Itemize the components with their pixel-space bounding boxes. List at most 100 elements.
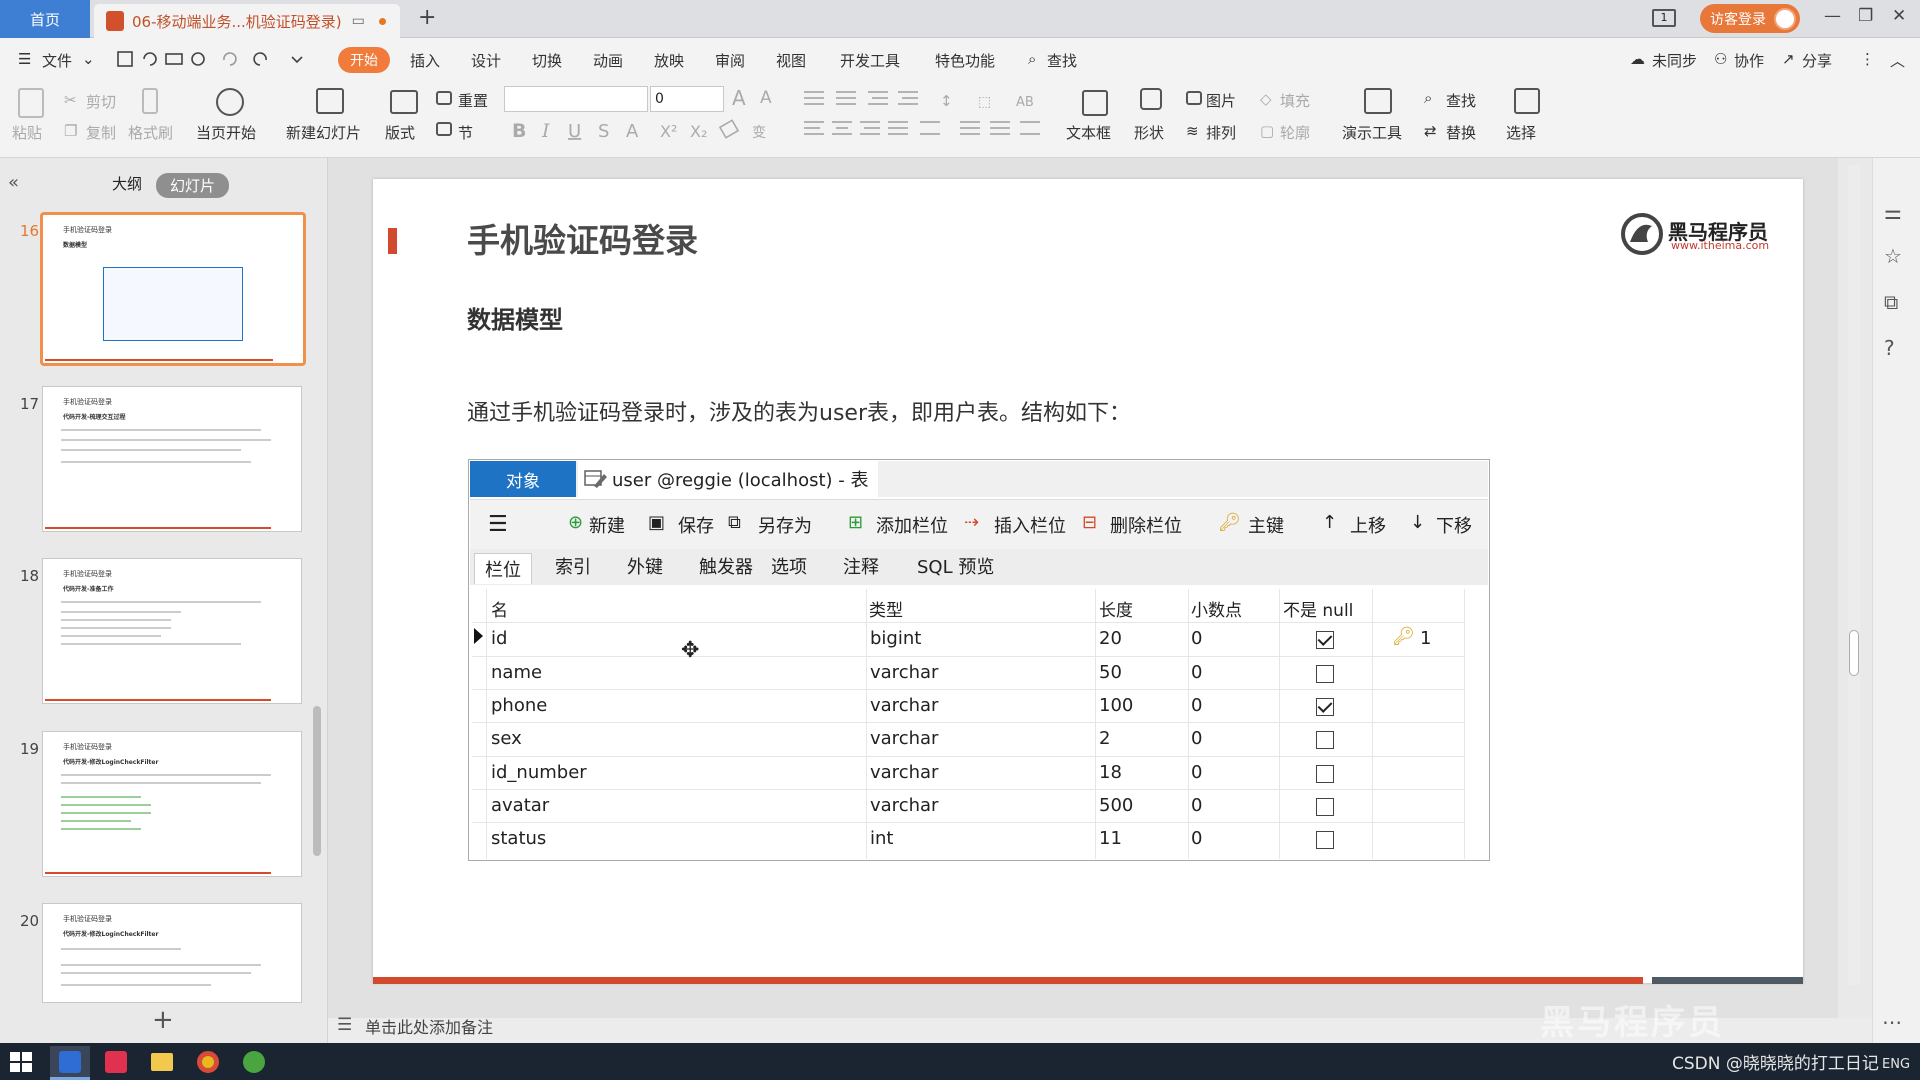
arrange-icon[interactable]: ≋: [1186, 122, 1199, 140]
cell-length[interactable]: 100: [1099, 695, 1133, 716]
cut-button[interactable]: 剪切: [86, 91, 116, 112]
not-null-checkbox[interactable]: [1316, 731, 1334, 749]
subtab-options[interactable]: 选项: [771, 553, 807, 579]
new-slide-icon[interactable]: [316, 88, 344, 114]
subtab-sql-preview[interactable]: SQL 预览: [917, 553, 994, 579]
tab-outline[interactable]: 大纲: [112, 173, 142, 194]
search-icon[interactable]: ⌕: [1028, 50, 1036, 68]
visitor-login-button[interactable]: 访客登录: [1700, 4, 1800, 33]
minimize-icon[interactable]: —: [1824, 6, 1841, 26]
replace-button[interactable]: 替换: [1446, 122, 1476, 143]
delete-field-button[interactable]: 删除栏位: [1110, 512, 1182, 538]
more-options-icon[interactable]: ⋯: [1882, 1010, 1902, 1034]
replace-icon[interactable]: ⇄: [1424, 122, 1437, 140]
notes-placeholder[interactable]: 单击此处添加备注: [365, 1014, 493, 1038]
share-button[interactable]: 分享: [1802, 50, 1832, 71]
copy-button[interactable]: 复制: [86, 122, 116, 143]
col-header-type[interactable]: 类型: [869, 596, 903, 621]
cell-type[interactable]: int: [870, 828, 893, 849]
format-painter-icon[interactable]: [142, 88, 158, 114]
copy-icon[interactable]: ❐: [64, 122, 77, 140]
add-field-button[interactable]: 添加栏位: [876, 512, 948, 538]
fill-icon[interactable]: ◇: [1260, 90, 1272, 108]
comment-icon[interactable]: ⧉: [1884, 290, 1898, 314]
chevron-down-icon[interactable]: ⌄: [82, 50, 95, 68]
collapse-ribbon-icon[interactable]: ︿: [1890, 50, 1905, 71]
tab-slides[interactable]: 幻灯片: [156, 173, 230, 198]
not-null-checkbox[interactable]: [1316, 665, 1334, 683]
insert-field-button[interactable]: 插入栏位: [994, 512, 1066, 538]
tab-animation[interactable]: 动画: [593, 50, 623, 71]
not-null-checkbox[interactable]: [1316, 798, 1334, 816]
cell-type[interactable]: varchar: [870, 795, 938, 816]
move-down-button[interactable]: 下移: [1436, 512, 1472, 538]
col-header-length[interactable]: 长度: [1099, 596, 1133, 621]
paste-button[interactable]: 粘贴: [12, 122, 42, 143]
cell-name[interactable]: id_number: [491, 762, 587, 783]
tab-count-icon[interactable]: 1: [1652, 9, 1676, 27]
play-icon[interactable]: [216, 88, 244, 116]
shrink-font-icon[interactable]: A: [760, 88, 772, 108]
select-icon[interactable]: [1514, 88, 1540, 114]
find-button[interactable]: 查找: [1446, 90, 1476, 111]
cell-decimal[interactable]: 0: [1191, 695, 1202, 716]
cell-decimal[interactable]: 0: [1191, 828, 1202, 849]
search-label[interactable]: 查找: [1047, 50, 1077, 71]
select-button[interactable]: 选择: [1506, 122, 1536, 143]
cell-type[interactable]: varchar: [870, 695, 938, 716]
primary-key-button[interactable]: 主键: [1248, 512, 1284, 538]
shape-icon[interactable]: [1140, 88, 1162, 110]
cell-length[interactable]: 20: [1099, 628, 1122, 649]
subtab-indexes[interactable]: 索引: [555, 553, 591, 579]
panel-scrollbar[interactable]: [313, 706, 321, 856]
cell-name[interactable]: status: [491, 828, 546, 849]
canvas-scrollbar[interactable]: [1848, 165, 1860, 985]
not-null-checkbox[interactable]: [1316, 765, 1334, 783]
cell-length[interactable]: 50: [1099, 662, 1122, 683]
collab-button[interactable]: 协作: [1734, 50, 1764, 71]
help-icon[interactable]: ?: [1884, 336, 1895, 360]
settings-sliders-icon[interactable]: ⚌: [1884, 200, 1902, 224]
find-icon[interactable]: ⌕: [1424, 89, 1432, 107]
hamburger-icon[interactable]: ☰: [488, 512, 508, 537]
tab-transition[interactable]: 切换: [532, 50, 562, 71]
tab-special[interactable]: 特色功能: [935, 50, 995, 71]
picture-icon[interactable]: [1186, 91, 1202, 105]
grow-font-icon[interactable]: A: [732, 86, 746, 110]
windows-start-icon[interactable]: [10, 1052, 32, 1072]
tab-user-table[interactable]: user @reggie (localhost) - 表: [578, 461, 878, 497]
subtab-comments[interactable]: 注释: [843, 553, 879, 579]
reset-button[interactable]: 重置: [458, 90, 488, 111]
menu-icon[interactable]: ☰: [18, 50, 31, 68]
not-null-checkbox[interactable]: [1316, 631, 1334, 649]
cell-name[interactable]: sex: [491, 728, 522, 749]
menu-file[interactable]: 文件: [42, 50, 72, 71]
cell-length[interactable]: 18: [1099, 762, 1122, 783]
new-button[interactable]: 新建: [589, 512, 625, 538]
cell-type[interactable]: varchar: [870, 662, 938, 683]
tab-review[interactable]: 审阅: [715, 50, 745, 71]
tab-insert[interactable]: 插入: [410, 50, 440, 71]
cell-name[interactable]: id: [491, 628, 507, 649]
language-indicator[interactable]: ENG: [1882, 1057, 1910, 1072]
cell-name[interactable]: name: [491, 662, 542, 683]
intellij-app-icon[interactable]: [96, 1046, 136, 1080]
move-up-button[interactable]: 上移: [1350, 512, 1386, 538]
cell-type[interactable]: varchar: [870, 728, 938, 749]
col-header-name[interactable]: 名: [491, 596, 508, 621]
cell-decimal[interactable]: 0: [1191, 762, 1202, 783]
cell-decimal[interactable]: 0: [1191, 728, 1202, 749]
format-painter-button[interactable]: 格式刷: [128, 122, 173, 143]
shape-button[interactable]: 形状: [1134, 122, 1164, 143]
cut-icon[interactable]: ✂: [64, 91, 77, 109]
slide-thumbnail[interactable]: 手机验证码登录 代码开发-梳理交互过程: [42, 386, 302, 532]
section-button[interactable]: 节: [458, 122, 473, 143]
tab-design[interactable]: 设计: [471, 50, 501, 71]
file-explorer-icon[interactable]: [142, 1046, 182, 1080]
cell-type[interactable]: bigint: [870, 628, 921, 649]
col-header-not-null[interactable]: 不是 null: [1283, 596, 1353, 621]
tab-objects[interactable]: 对象: [470, 461, 576, 497]
subtab-triggers[interactable]: 触发器: [699, 553, 753, 579]
textbox-button[interactable]: 文本框: [1066, 122, 1111, 143]
slide-thumbnail[interactable]: 手机验证码登录 代码开发-修改LoginCheckFilter: [42, 731, 302, 877]
